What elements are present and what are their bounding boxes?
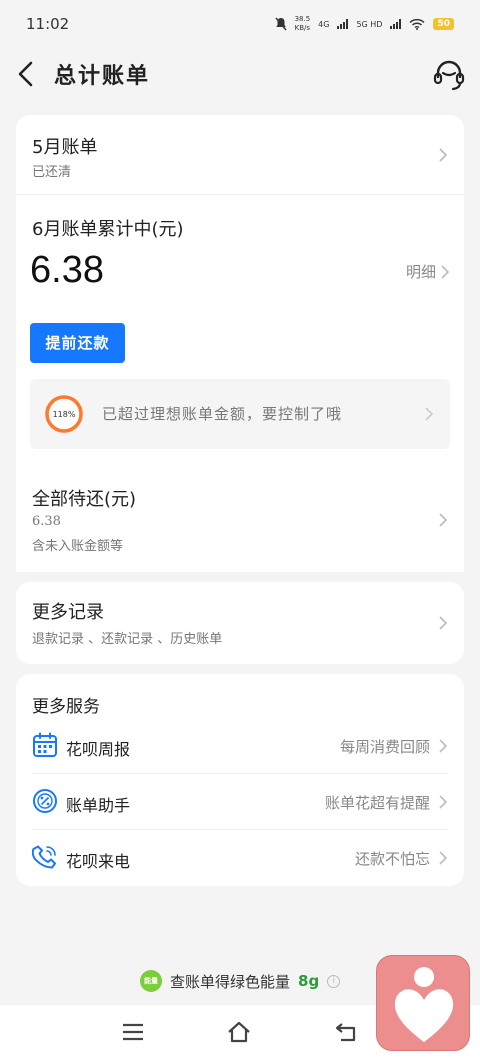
page-header: 总计账单	[0, 48, 480, 100]
back-nav-icon[interactable]	[334, 1019, 360, 1045]
detail-link[interactable]: 明细	[382, 255, 452, 285]
services-card: 更多服务 花呗周报 每周消费回顾 账单助手 账单花超有提醒 花呗来电 还款不怕忘	[16, 674, 464, 886]
service-item-weekly-report[interactable]: 花呗周报 每周消费回顾	[16, 718, 464, 774]
overspend-tip[interactable]: 118% 已超过理想账单金额，要控制了哦	[30, 379, 450, 449]
heart-person-icon	[394, 967, 454, 1042]
all-due-row[interactable]: 全部待还(元) 6.38 含未入账金额等	[16, 470, 464, 570]
chevron-right-icon	[439, 616, 448, 630]
phone-icon	[32, 845, 56, 869]
may-bill-title: 5月账单	[32, 137, 98, 158]
service-label: 账单助手	[66, 796, 131, 815]
receipt-edge	[16, 562, 464, 570]
all-due-note: 含未入账金额等	[32, 539, 124, 554]
page-title: 总计账单	[54, 64, 151, 89]
percent-badge-icon	[33, 789, 57, 813]
service-label: 花呗来电	[66, 852, 131, 871]
records-title: 更多记录	[32, 602, 104, 623]
calendar-icon	[33, 732, 57, 757]
detail-label: 明细	[405, 263, 436, 281]
all-due-amount: 6.38	[32, 514, 61, 529]
chevron-right-icon	[439, 513, 448, 527]
energy-promo[interactable]: 能量 查账单得绿色能量 8g i	[140, 970, 341, 992]
energy-leaf-icon: 能量	[140, 970, 162, 992]
network-speed: 38.5 KB/s	[294, 15, 311, 32]
divider	[16, 194, 464, 195]
chevron-right-icon	[439, 851, 448, 865]
bill-card: 5月账单 已还清 6月账单累计中(元) 6.38 明细 提前还款 118% 已超…	[16, 115, 464, 572]
signal-icon	[337, 19, 349, 29]
records-subtitle: 退款记录 、还款记录 、历史账单	[32, 632, 223, 647]
chevron-right-icon	[425, 407, 434, 421]
all-due-title: 全部待还(元)	[32, 489, 137, 510]
energy-value: 8g	[298, 972, 320, 990]
service-label: 花呗周报	[66, 740, 131, 759]
service-desc: 还款不怕忘	[354, 850, 430, 868]
chevron-right-icon	[439, 148, 448, 162]
network-4g-label: 4G	[318, 19, 330, 29]
overspend-gauge: 118%	[45, 395, 83, 433]
mute-bell-icon	[275, 17, 287, 31]
prepay-button[interactable]: 提前还款	[30, 323, 125, 363]
customer-service-icon[interactable]	[432, 58, 466, 92]
signal-icon-2	[390, 19, 402, 29]
records-card[interactable]: 更多记录 退款记录 、还款记录 、历史账单	[16, 582, 464, 664]
service-desc: 每周消费回顾	[339, 738, 430, 756]
may-bill-row[interactable]: 5月账单 已还清	[16, 115, 464, 193]
june-bill-title: 6月账单累计中(元)	[32, 219, 184, 240]
overspend-tip-text: 已超过理想账单金额，要控制了哦	[102, 405, 343, 423]
menu-icon[interactable]	[120, 1019, 146, 1045]
service-item-call-reminder[interactable]: 花呗来电 还款不怕忘	[16, 830, 464, 886]
june-bill-amount: 6.38	[30, 249, 104, 291]
status-time: 11:02	[26, 15, 70, 33]
floating-app-button[interactable]	[376, 955, 470, 1051]
wifi-icon	[409, 18, 425, 30]
chevron-right-icon	[439, 795, 448, 809]
status-bar: 11:02 38.5 KB/s 4G 5G HD 50	[0, 0, 480, 48]
battery-indicator: 50	[433, 18, 454, 30]
service-desc: 账单花超有提醒	[324, 794, 430, 812]
services-title: 更多服务	[32, 697, 100, 717]
status-icons: 38.5 KB/s 4G 5G HD 50	[275, 15, 454, 33]
info-icon[interactable]: i	[327, 974, 341, 988]
may-bill-status: 已还清	[32, 165, 72, 180]
chevron-left-icon[interactable]	[14, 60, 38, 88]
network-5g-label: 5G HD	[356, 19, 383, 29]
service-item-bill-assistant[interactable]: 账单助手 账单花超有提醒	[16, 774, 464, 830]
energy-text: 查账单得绿色能量	[170, 972, 291, 991]
home-icon[interactable]	[226, 1019, 252, 1045]
chevron-right-icon	[439, 739, 448, 753]
chevron-right-icon	[441, 265, 450, 279]
gauge-percent-label: 118%	[53, 410, 76, 419]
